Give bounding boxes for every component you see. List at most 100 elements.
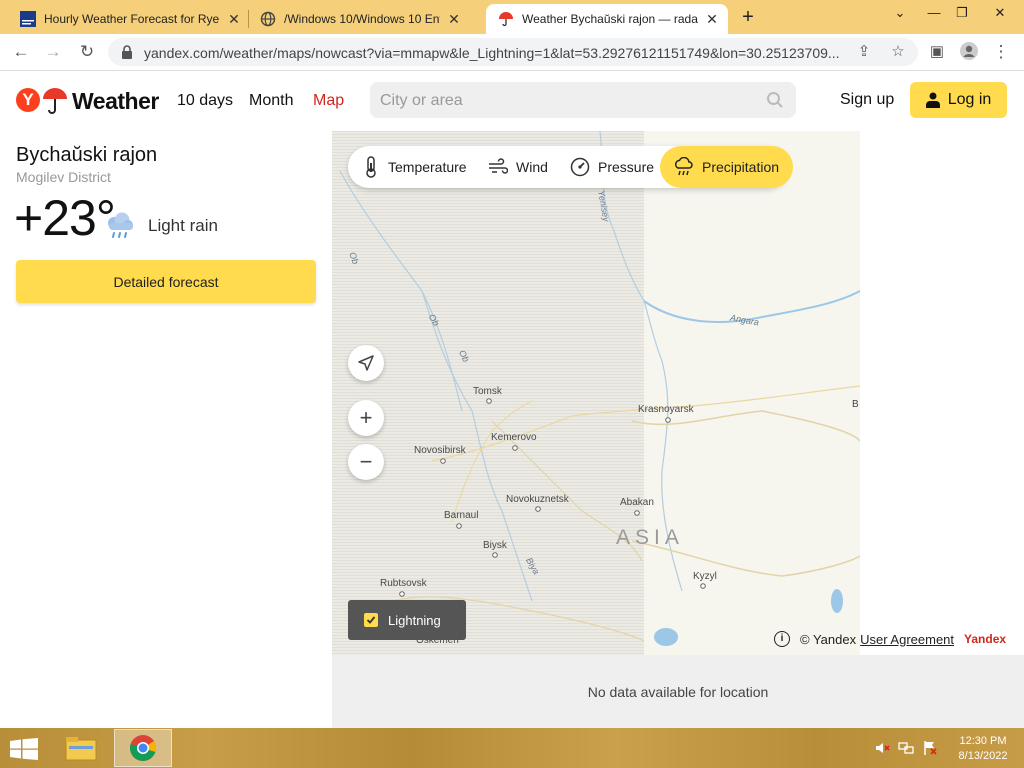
- close-tab-icon[interactable]: ✕: [446, 11, 462, 28]
- wind-icon: [489, 158, 508, 174]
- zoom-in-button[interactable]: +: [348, 400, 384, 436]
- city-label-kyzyl: Kyzyl: [693, 571, 717, 582]
- profile-avatar-icon[interactable]: [958, 41, 980, 63]
- tab-yandex-weather[interactable]: Weather Bychaŭski rajon — rada ✕: [486, 4, 728, 34]
- back-arrow-icon[interactable]: ←: [10, 41, 32, 63]
- search-box: [370, 82, 796, 120]
- windows-taskbar: 12:30 PM 8/13/2022: [0, 728, 1024, 768]
- current-weather-panel: Bychaŭski rajon Mogilev District +23° Li…: [0, 131, 332, 728]
- user-agreement-link[interactable]: User Agreement: [860, 632, 954, 647]
- weather-map[interactable]: Krasnoyarsk Tomsk Kemerovo Novosibirsk N…: [332, 131, 860, 655]
- file-explorer-taskbar-button[interactable]: [52, 729, 110, 767]
- region-label-asia: ASIA: [616, 526, 684, 549]
- clock-date: 8/13/2022: [958, 750, 1008, 762]
- log-in-label: Log in: [947, 91, 992, 108]
- forward-arrow-icon[interactable]: →: [42, 41, 64, 63]
- tab-search-chevron-icon[interactable]: ⌄: [884, 2, 916, 26]
- restore-button[interactable]: ❐: [946, 2, 978, 26]
- map-layer-selector: Temperature Wind Pressure Precipitation: [348, 146, 794, 188]
- umbrella-logo-icon[interactable]: [42, 87, 68, 115]
- city-label-krasnoyarsk: Krasnoyarsk: [638, 404, 694, 415]
- lightning-checkbox[interactable]: [364, 613, 378, 627]
- weather-logo-text[interactable]: Weather: [72, 88, 159, 115]
- yandex-logo[interactable]: Y: [16, 88, 40, 112]
- gauge-icon: [570, 157, 590, 177]
- search-icon[interactable]: [766, 91, 784, 109]
- map-background: [332, 131, 860, 655]
- layer-label: Precipitation: [702, 159, 780, 175]
- reload-icon[interactable]: ↻: [76, 41, 98, 63]
- city-label-rubtsovsk: Rubtsovsk: [380, 578, 427, 589]
- lightning-toggle[interactable]: Lightning: [348, 600, 466, 640]
- tab-hourly-forecast[interactable]: Hourly Weather Forecast for Rye ✕: [0, 4, 242, 34]
- info-icon[interactable]: i: [774, 631, 790, 647]
- person-icon: [925, 92, 940, 108]
- nav-month[interactable]: Month: [249, 92, 293, 110]
- layer-label: Temperature: [388, 159, 467, 175]
- detailed-forecast-button[interactable]: Detailed forecast: [16, 260, 316, 303]
- tab-title: /Windows 10/Windows 10 Enterp: [284, 12, 440, 26]
- location-arrow-icon: [358, 355, 374, 371]
- clock-time: 12:30 PM: [959, 735, 1007, 747]
- weather-condition: Light rain: [148, 216, 218, 235]
- thermometer-icon: [366, 156, 376, 178]
- bookmark-star-icon[interactable]: ☆: [888, 42, 908, 62]
- nav-map[interactable]: Map: [313, 92, 344, 110]
- copyright-text: © Yandex: [800, 631, 857, 647]
- layer-precipitation[interactable]: Precipitation: [660, 146, 794, 188]
- side-panel-icon[interactable]: ▣: [926, 41, 948, 63]
- url-text[interactable]: yandex.com/weather/maps/nowcast?via=mmap…: [144, 45, 854, 61]
- browser-menu-icon[interactable]: ⋮: [990, 41, 1012, 63]
- log-in-button[interactable]: Log in: [910, 82, 1007, 118]
- globe-icon: [260, 11, 276, 27]
- search-input[interactable]: [370, 82, 762, 120]
- chrome-taskbar-button[interactable]: [114, 729, 172, 767]
- city-label-abakan: Abakan: [620, 497, 654, 508]
- city-label-tomsk: Tomsk: [473, 386, 502, 397]
- rain-cloud-icon: [674, 157, 693, 176]
- city-label-novosibirsk: Novosibirsk: [414, 445, 466, 456]
- city-label-novokuznetsk: Novokuznetsk: [506, 494, 569, 505]
- nav-10-days[interactable]: 10 days: [177, 92, 233, 110]
- yandex-weather-icon: [499, 12, 513, 27]
- city-label-kemerovo: Kemerovo: [491, 432, 537, 443]
- new-tab-button[interactable]: +: [738, 6, 758, 28]
- current-temperature: +23°: [14, 190, 116, 246]
- zoom-out-button[interactable]: −: [348, 444, 384, 480]
- yandex-map-logo[interactable]: Yandex: [964, 632, 1006, 646]
- city-label-barnaul: Barnaul: [444, 510, 479, 521]
- light-rain-icon: [108, 212, 133, 238]
- layer-label: Pressure: [598, 159, 655, 175]
- weather-channel-icon: [20, 11, 36, 27]
- layer-temperature[interactable]: Temperature: [362, 146, 467, 188]
- tab-title: Hourly Weather Forecast for Rye: [44, 12, 220, 26]
- browser-toolbar: ← → ↻ yandex.com/weather/maps/nowcast?vi…: [0, 34, 1024, 71]
- network-icon[interactable]: [898, 740, 914, 756]
- lightning-label: Lightning: [388, 612, 441, 628]
- system-clock[interactable]: 12:30 PM 8/13/2022: [948, 734, 1018, 764]
- windows-start-icon[interactable]: [10, 738, 38, 760]
- layer-pressure[interactable]: Pressure: [570, 146, 654, 188]
- speaker-muted-icon[interactable]: [874, 740, 890, 756]
- close-tab-icon[interactable]: ✕: [704, 11, 720, 28]
- layer-label: Wind: [516, 159, 548, 175]
- location-name: Bychaŭski rajon: [16, 144, 158, 166]
- city-label-biysk: Biysk: [483, 540, 507, 551]
- tab-windows-10[interactable]: /Windows 10/Windows 10 Enterp ✕: [240, 4, 462, 34]
- sign-up-link[interactable]: Sign up: [840, 91, 894, 109]
- lock-icon: [122, 45, 132, 59]
- no-data-message: No data available for location: [332, 655, 1024, 728]
- page-header: Y Weather 10 days Month Map Sign up Log …: [0, 71, 1024, 131]
- share-icon[interactable]: ⇪: [854, 42, 874, 62]
- address-bar[interactable]: yandex.com/weather/maps/nowcast?via=mmap…: [108, 38, 918, 66]
- browser-tab-strip: Hourly Weather Forecast for Rye ✕ /Windo…: [0, 0, 1024, 34]
- location-district: Mogilev District: [16, 169, 111, 185]
- folder-icon: [65, 737, 97, 761]
- checkmark-icon: [366, 616, 376, 624]
- close-window-button[interactable]: ✕: [984, 2, 1016, 26]
- map-attribution: i © Yandex User Agreement Yandex: [774, 631, 1006, 647]
- layer-wind[interactable]: Wind: [488, 146, 548, 188]
- locate-me-button[interactable]: [348, 345, 384, 381]
- action-center-flag-icon[interactable]: [922, 740, 938, 756]
- map-edge-label: B: [852, 399, 859, 410]
